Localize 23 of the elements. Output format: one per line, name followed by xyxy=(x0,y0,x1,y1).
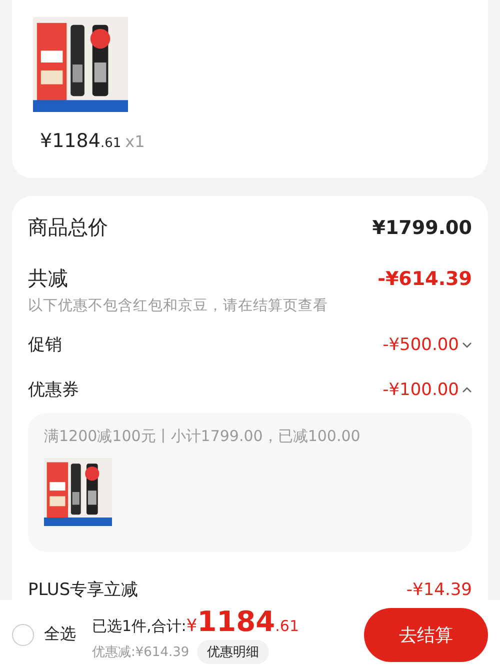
summary-value: -¥100.00 xyxy=(382,380,459,400)
chevron-down-icon[interactable] xyxy=(462,342,472,348)
summary-label: 共减 xyxy=(28,265,68,292)
item-price: ¥1184.61 xyxy=(40,130,122,152)
summary-value: ¥1799.00 xyxy=(372,216,472,238)
select-all-label[interactable]: 全选 xyxy=(44,624,76,645)
item-quantity: x1 xyxy=(125,132,145,151)
summary-value: -¥614.39 xyxy=(378,268,472,290)
summary-label: 优惠券 xyxy=(28,379,79,401)
summary-value: -¥500.00 xyxy=(382,334,459,354)
summary-label: 商品总价 xyxy=(28,214,108,241)
checkout-button[interactable]: 去结算 xyxy=(364,608,488,662)
summary-label: 促销 xyxy=(28,334,62,356)
discount-detail-button[interactable]: 优惠明细 xyxy=(197,640,270,664)
total-price: ¥1184.61 xyxy=(186,605,299,638)
select-all-radio[interactable] xyxy=(12,624,34,646)
selected-summary: 已选1件,合计: xyxy=(92,617,186,636)
summary-value: -¥14.39 xyxy=(406,580,472,600)
coupon-detail-text: 满1200减100元丨小计1799.00，已减100.00 xyxy=(44,427,362,446)
summary-label: PLUS专享立减 xyxy=(28,579,138,601)
discount-amount: 优惠减:¥614.39 xyxy=(92,644,190,661)
discount-note: 以下优惠不包含红包和京豆，请在结算页查看 xyxy=(28,296,329,315)
chevron-up-icon[interactable] xyxy=(462,386,472,392)
